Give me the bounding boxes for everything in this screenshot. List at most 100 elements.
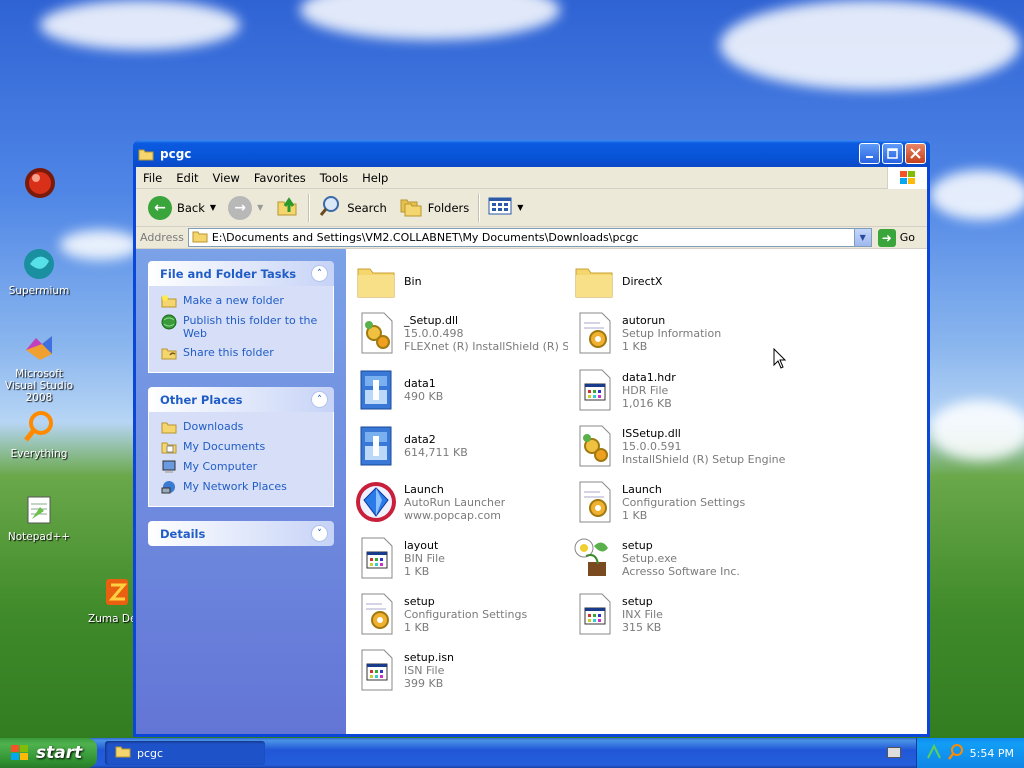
file-detail: 15.0.0.498	[404, 326, 464, 340]
file-list: Bin DirectX _Setup.dll 15.0.0.498 FLEXnet (R…	[346, 249, 927, 734]
file-detail: 15.0.0.591	[622, 439, 682, 453]
address-bar: Address E:\Documents and Settings\VM2.CO…	[136, 227, 927, 249]
menu-view[interactable]: View	[206, 171, 247, 185]
file-item[interactable]: Launch Configuration Settings 1 KB	[570, 476, 786, 528]
file-item[interactable]: setup Configuration Settings 1 KB	[352, 588, 568, 640]
everything-tray-icon[interactable]	[947, 743, 964, 763]
file-item[interactable]: layout BIN File 1 KB	[352, 532, 568, 584]
file-detail: 315 KB	[622, 620, 662, 634]
file-item[interactable]: data1.hdr HDR File 1,016 KB	[570, 364, 786, 416]
menu-help[interactable]: Help	[355, 171, 395, 185]
desktop-icon-visual-studio[interactable]: Microsoft Visual Studio 2008	[0, 330, 79, 404]
forward-button[interactable]: → ▼	[222, 193, 269, 223]
dll-gear-icon	[570, 422, 618, 470]
menu-favorites[interactable]: Favorites	[247, 171, 313, 185]
file-detail: Setup Information	[622, 326, 722, 340]
file-name: setup	[404, 594, 435, 608]
chevron-down-icon[interactable]: ▼	[517, 203, 523, 212]
title-bar[interactable]: pcgc	[133, 140, 930, 167]
place-my-network-places-link[interactable]: My Network Places	[161, 480, 323, 494]
red-orb-icon	[23, 166, 57, 200]
taskbar-item-pcgc[interactable]: pcgc	[105, 741, 265, 765]
keyboard-icon[interactable]	[887, 747, 901, 758]
panel-header[interactable]: Details ˅	[148, 521, 334, 546]
file-detail: AutoRun Launcher	[404, 495, 506, 509]
file-item[interactable]: autorun Setup Information 1 KB	[570, 307, 786, 359]
toolbar-separator	[308, 193, 310, 222]
file-item[interactable]: setup Setup.exe Acresso Software Inc.	[570, 532, 786, 584]
file-detail: BIN File	[404, 551, 445, 565]
address-input[interactable]: E:\Documents and Settings\VM2.COLLABNET\…	[187, 228, 872, 247]
file-detail: Configuration Settings	[622, 495, 746, 509]
back-button[interactable]: ← Back ▼	[142, 193, 222, 223]
maximize-button[interactable]	[882, 143, 903, 164]
place-downloads-link[interactable]: Downloads	[161, 420, 323, 434]
chevron-down-icon[interactable]: ▼	[257, 203, 263, 212]
menu-edit[interactable]: Edit	[169, 171, 205, 185]
chevron-down-icon[interactable]: ▼	[210, 203, 216, 212]
menu-tools[interactable]: Tools	[313, 171, 355, 185]
file-name: DirectX	[622, 274, 663, 288]
file-detail: 1,016 KB	[622, 396, 672, 410]
panel-header[interactable]: Other Places ˄	[148, 387, 334, 412]
file-item[interactable]: DirectX	[570, 255, 786, 307]
task-pane: File and Folder Tasks ˄ Make a new folde…	[136, 249, 346, 734]
desktop-icon-orb[interactable]	[0, 166, 80, 204]
desktop-icon-supermium[interactable]: Supermium	[0, 247, 79, 297]
file-name: Launch	[404, 482, 444, 496]
file-item[interactable]: data2 614,711 KB	[352, 420, 568, 472]
chevron-up-icon[interactable]: ˄	[311, 391, 328, 408]
up-folder-icon	[275, 194, 299, 221]
search-icon	[318, 194, 342, 221]
panel-header[interactable]: File and Folder Tasks ˄	[148, 261, 334, 286]
file-item[interactable]: ISSetup.dll 15.0.0.591 InstallShield (R) S…	[570, 420, 786, 472]
file-detail: www.popcap.com	[404, 508, 501, 522]
make-new-folder-link[interactable]: Make a new folder	[161, 294, 323, 308]
chevron-up-icon[interactable]: ˄	[311, 265, 328, 282]
file-item[interactable]: setup INX File 315 KB	[570, 588, 786, 640]
menu-file[interactable]: File	[136, 171, 169, 185]
folder-icon	[161, 420, 177, 434]
file-item[interactable]: setup.isn ISN File 399 KB	[352, 644, 568, 696]
file-item[interactable]: _Setup.dll 15.0.0.498 FLEXnet (R) InstallS…	[352, 307, 568, 359]
file-item[interactable]: Bin	[352, 255, 568, 307]
file-detail: 1 KB	[622, 339, 648, 353]
desktop-icon-notepad-plus-plus[interactable]: Notepad++	[0, 493, 79, 543]
chevron-down-icon[interactable]: ˅	[311, 525, 328, 542]
file-name: _Setup.dll	[404, 313, 459, 327]
minimize-button[interactable]	[859, 143, 880, 164]
clock[interactable]: 5:54 PM	[970, 747, 1014, 760]
mouse-cursor-icon	[773, 347, 787, 373]
notepad-plus-plus-icon	[22, 493, 56, 527]
address-value: E:\Documents and Settings\VM2.COLLABNET\…	[211, 231, 639, 244]
new-folder-icon	[161, 294, 177, 308]
file-name: data2	[404, 433, 436, 446]
file-detail: 1 KB	[622, 508, 648, 522]
desktop-icon-everything[interactable]: Everything	[0, 410, 79, 460]
back-arrow-icon: ←	[148, 195, 172, 220]
go-button[interactable]: ➜ Go	[877, 228, 915, 247]
folders-icon	[399, 195, 423, 220]
chevron-down-icon[interactable]: ▼	[853, 229, 871, 246]
close-icon	[910, 148, 921, 159]
file-name: layout	[404, 538, 439, 552]
minimize-icon	[865, 155, 873, 158]
place-my-computer-link[interactable]: My Computer	[161, 460, 323, 474]
windows-logo-icon	[10, 744, 30, 762]
share-folder-link[interactable]: Share this folder	[161, 346, 323, 360]
toolbar-separator	[478, 193, 480, 222]
folder-icon	[570, 257, 618, 305]
publish-folder-link[interactable]: Publish this folder to the Web	[161, 314, 323, 340]
network-tray-icon[interactable]	[926, 743, 942, 763]
setup-exe-icon	[570, 534, 618, 582]
file-name: Bin	[404, 274, 422, 288]
place-my-documents-link[interactable]: My Documents	[161, 440, 323, 454]
file-item[interactable]: data1 490 KB	[352, 364, 568, 416]
close-button[interactable]	[905, 143, 926, 164]
file-item[interactable]: Launch AutoRun Launcher www.popcap.com	[352, 476, 568, 528]
up-folder-button[interactable]	[269, 193, 305, 223]
start-button[interactable]: start	[0, 738, 97, 768]
search-button[interactable]: Search	[312, 193, 393, 223]
views-button[interactable]: ▼	[482, 193, 529, 223]
folders-button[interactable]: Folders	[393, 193, 476, 223]
